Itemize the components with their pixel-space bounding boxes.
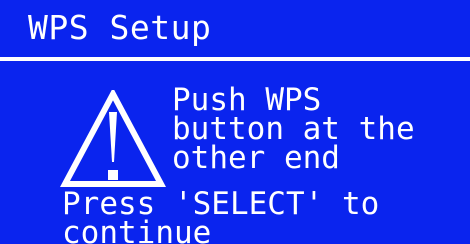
instruction-message: Push WPS button at the other end (172, 85, 415, 176)
message-line: other end (172, 140, 340, 176)
title-divider (0, 57, 470, 61)
warning-icon (60, 90, 166, 187)
wps-setup-screen: WPS Setup Push WPS button at the other e… (0, 0, 470, 244)
prompt-line: continue (62, 215, 212, 244)
select-prompt: Press 'SELECT' to continue (62, 189, 379, 244)
screen-title: WPS Setup (28, 8, 212, 47)
